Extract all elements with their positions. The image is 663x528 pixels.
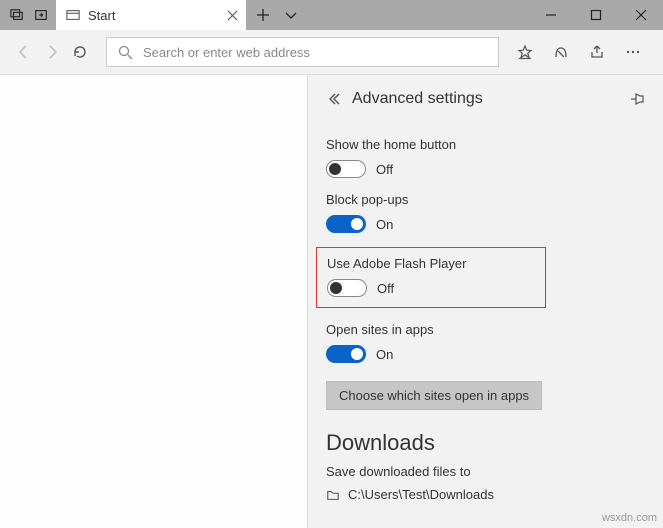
toggle-state-text: Off — [377, 281, 394, 296]
reading-list-button[interactable] — [553, 44, 569, 60]
toggle-state-text: Off — [376, 162, 393, 177]
setting-label: Use Adobe Flash Player — [327, 256, 535, 271]
toolbar-right-actions — [507, 44, 655, 60]
close-tab-button[interactable] — [227, 10, 238, 21]
show-home-toggle[interactable] — [326, 160, 366, 178]
tab-title: Start — [88, 8, 219, 23]
search-icon — [117, 44, 133, 60]
setting-block-popups: Block pop-ups On — [326, 192, 645, 233]
setting-adobe-flash: Use Adobe Flash Player Off — [316, 247, 546, 308]
advanced-settings-pane: Advanced settings Show the home button O… — [307, 75, 663, 528]
page-content: Advanced settings Show the home button O… — [0, 75, 663, 528]
set-aside-tabs-icon[interactable] — [34, 8, 48, 22]
favorites-button[interactable] — [517, 44, 533, 60]
toggle-state-text: On — [376, 347, 393, 362]
tab-favicon — [66, 8, 80, 22]
download-path-text: C:\Users\Test\Downloads — [348, 487, 494, 502]
open-sites-toggle[interactable] — [326, 345, 366, 363]
pane-back-button[interactable] — [326, 91, 342, 107]
setting-show-home: Show the home button Off — [326, 137, 645, 178]
tab-actions — [246, 0, 308, 30]
address-input[interactable] — [141, 44, 488, 61]
nav-buttons — [8, 44, 98, 60]
new-tab-button[interactable] — [256, 8, 270, 22]
download-path-row: C:\Users\Test\Downloads — [326, 487, 645, 502]
choose-sites-button[interactable]: Choose which sites open in apps — [326, 381, 542, 410]
watermark-text: wsxdn.com — [602, 512, 657, 524]
titlebar-left-controls — [0, 0, 56, 30]
window-titlebar: Start — [0, 0, 663, 30]
window-controls — [528, 0, 663, 30]
address-bar[interactable] — [106, 37, 499, 67]
setting-label: Block pop-ups — [326, 192, 645, 207]
pane-title: Advanced settings — [352, 90, 619, 108]
tab-preview-button[interactable] — [284, 8, 298, 22]
folder-icon — [326, 488, 340, 502]
back-button[interactable] — [16, 44, 32, 60]
flash-toggle[interactable] — [327, 279, 367, 297]
close-window-button[interactable] — [618, 0, 663, 30]
forward-button[interactable] — [44, 44, 60, 60]
task-view-icon[interactable] — [10, 8, 24, 22]
downloads-heading: Downloads — [326, 430, 645, 456]
refresh-button[interactable] — [72, 44, 88, 60]
minimize-button[interactable] — [528, 0, 573, 30]
setting-label: Open sites in apps — [326, 322, 645, 337]
maximize-button[interactable] — [573, 0, 618, 30]
pane-header: Advanced settings — [326, 75, 645, 123]
save-files-label: Save downloaded files to — [326, 464, 645, 479]
toggle-state-text: On — [376, 217, 393, 232]
setting-label: Show the home button — [326, 137, 645, 152]
browser-tab[interactable]: Start — [56, 0, 246, 30]
more-button[interactable] — [625, 44, 641, 60]
browser-toolbar — [0, 30, 663, 75]
setting-open-sites-in-apps: Open sites in apps On — [326, 322, 645, 363]
share-button[interactable] — [589, 44, 605, 60]
pin-pane-button[interactable] — [629, 91, 645, 107]
block-popups-toggle[interactable] — [326, 215, 366, 233]
